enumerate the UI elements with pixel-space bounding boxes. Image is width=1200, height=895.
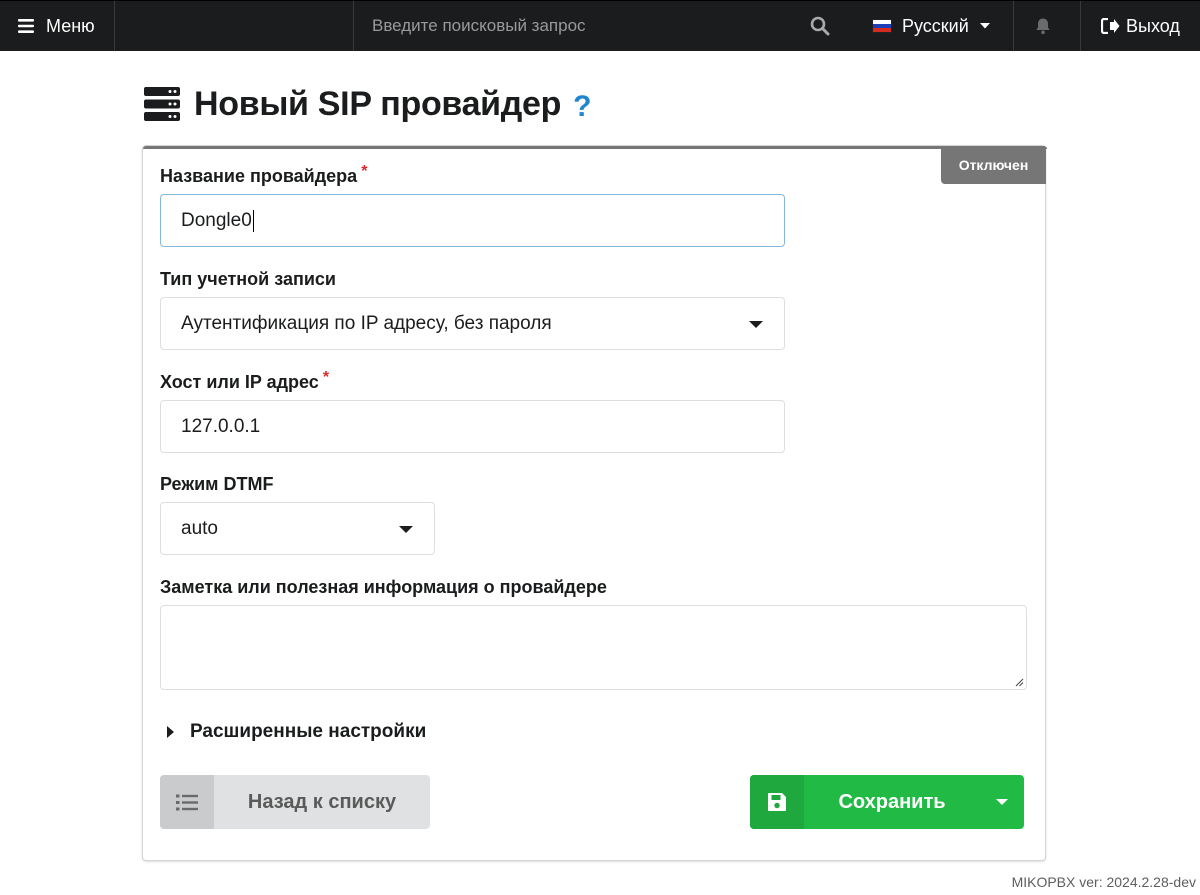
page-title: Новый SIP провайдер (194, 84, 562, 123)
dropdown-icon (399, 526, 413, 533)
top-menu-bar: Меню Введите поисковый запрос Русский Вы (0, 0, 1200, 51)
language-label: Русский (902, 15, 969, 36)
search-icon (810, 16, 830, 36)
account-type-label: Тип учетной записи (160, 269, 336, 289)
divider (353, 1, 354, 51)
provider-name-field[interactable]: Dongle0 (160, 194, 785, 247)
host-field[interactable]: 127.0.0.1 (160, 400, 785, 453)
menu-label: Меню (46, 15, 95, 36)
provider-name-label: Название провайдера * (160, 163, 368, 187)
save-label: Сохранить (838, 790, 946, 813)
server-icon (144, 87, 180, 121)
logout-button[interactable]: Выход (1101, 1, 1180, 51)
required-mark: * (322, 369, 330, 386)
bell-icon (1036, 18, 1050, 35)
back-label: Назад к списку (247, 790, 397, 813)
notifications-button[interactable] (1034, 1, 1052, 51)
required-mark: * (361, 163, 368, 180)
language-dropdown[interactable]: Русский (872, 1, 991, 51)
advanced-settings-toggle[interactable]: Расширенные настройки (167, 721, 426, 743)
card-top-border (143, 146, 1047, 149)
sign-out-icon (1101, 18, 1120, 34)
dtmf-value: auto (181, 517, 218, 539)
version-text: MIKOPBX ver: 2024.2.28-dev (1011, 874, 1196, 890)
flag-ru-icon (872, 19, 892, 33)
divider (1080, 1, 1081, 51)
search-input[interactable]: Введите поисковый запрос (372, 1, 586, 51)
chevron-down-icon (979, 23, 990, 29)
save-button[interactable]: Сохранить (750, 775, 1024, 829)
provider-name-label-text: Название провайдера (160, 166, 358, 186)
search-button[interactable] (810, 1, 830, 51)
save-options-dropdown[interactable] (980, 775, 1024, 829)
dtmf-label: Режим DTMF (160, 474, 274, 494)
host-label: Хост или IP адрес * (160, 369, 330, 393)
host-label-text: Хост или IP адрес (160, 372, 319, 392)
provider-name-value: Dongle0 (181, 209, 252, 231)
status-badge: Отключен (941, 146, 1046, 184)
bars-icon (18, 19, 34, 33)
list-icon (176, 794, 198, 810)
search-placeholder: Введите поисковый запрос (372, 16, 586, 35)
logout-label: Выход (1126, 15, 1180, 36)
host-value: 127.0.0.1 (181, 415, 261, 437)
provider-form: Отключен Название провайдера * Dongle0 Ти… (142, 145, 1047, 861)
save-icon (768, 793, 786, 811)
account-type-value: Аутентификация по IP адресу, без пароля (181, 312, 552, 334)
note-textarea[interactable] (160, 605, 1027, 690)
list-icon-box (160, 775, 214, 829)
caret-right-icon (167, 726, 174, 738)
save-icon-box (750, 775, 804, 829)
divider (114, 1, 115, 51)
chevron-down-icon (996, 799, 1008, 805)
dtmf-select[interactable]: auto (160, 502, 435, 555)
menu-button[interactable]: Меню (18, 1, 95, 51)
note-label: Заметка или полезная информация о провай… (160, 577, 607, 597)
divider (1013, 1, 1014, 51)
text-cursor (252, 209, 254, 232)
page-header: Новый SIP провайдер ? (144, 84, 591, 124)
resize-handle-icon[interactable] (1014, 677, 1024, 687)
account-type-select[interactable]: Аутентификация по IP адресу, без пароля (160, 297, 785, 350)
dropdown-icon (749, 321, 763, 328)
question-icon[interactable]: ? (573, 90, 591, 124)
back-to-list-button[interactable]: Назад к списку (160, 775, 430, 829)
advanced-settings-label: Расширенные настройки (190, 721, 427, 742)
